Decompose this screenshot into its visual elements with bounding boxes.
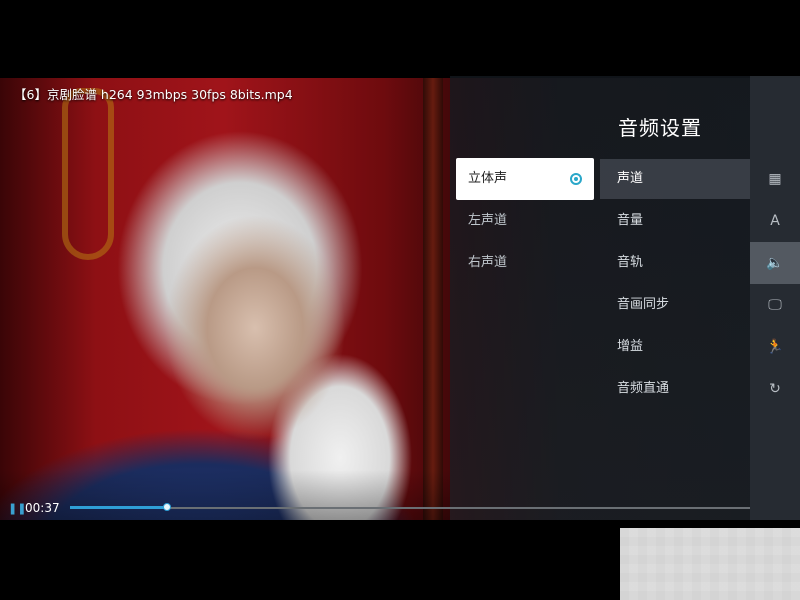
runner-icon[interactable]: 🏃 — [750, 326, 800, 368]
pause-icon[interactable]: ❚❚ — [8, 502, 26, 515]
menu-item-label: 音轨 — [617, 255, 644, 270]
panel-title: 音频设置 — [618, 116, 702, 140]
background-motif — [62, 88, 114, 260]
menu-item-label: 音画同步 — [617, 297, 670, 312]
option-label: 右声道 — [468, 255, 508, 270]
font-icon[interactable]: A — [750, 200, 800, 242]
controls-fade — [0, 470, 450, 520]
menu-item-label: 声道 — [617, 171, 644, 186]
refresh-icon[interactable]: ↻ — [750, 368, 800, 410]
subtitle-icon[interactable]: ▦ — [750, 158, 800, 200]
menu-item-volume[interactable]: 音量 — [600, 201, 750, 241]
menu-item-label: 音频直通 — [617, 381, 670, 396]
video-title: 【6】京剧脸谱 h264 93mbps 30fps 8bits.mp4 — [14, 87, 293, 102]
option-label: 左声道 — [468, 213, 508, 228]
menu-item-gain[interactable]: 增益 — [600, 327, 750, 367]
current-time: 00:37 — [25, 501, 60, 515]
menu-item-av-sync[interactable]: 音画同步 — [600, 285, 750, 325]
option-stereo[interactable]: 立体声 — [456, 158, 594, 200]
menu-item-passthrough[interactable]: 音频直通 — [600, 369, 750, 409]
option-label: 立体声 — [468, 171, 508, 186]
seek-progress — [70, 506, 168, 509]
background-pillar — [423, 78, 443, 520]
option-left-channel[interactable]: 左声道 — [456, 200, 594, 242]
menu-item-channel[interactable]: 声道 — [600, 159, 750, 199]
option-right-channel[interactable]: 右声道 — [456, 242, 594, 284]
seek-track[interactable] — [70, 507, 750, 509]
display-icon[interactable]: 🖵 — [750, 284, 800, 326]
menu-item-label: 音量 — [617, 213, 644, 228]
speaker-icon[interactable]: 🔈 — [750, 242, 800, 284]
menu-item-audio-track[interactable]: 音轨 — [600, 243, 750, 283]
pixelated-watermark — [620, 528, 800, 600]
radio-selected-icon — [570, 173, 582, 185]
menu-item-label: 增益 — [617, 339, 644, 354]
